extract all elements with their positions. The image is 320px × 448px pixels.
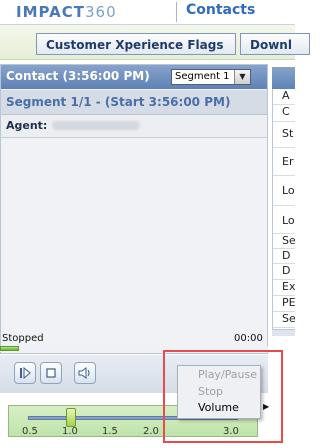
stop-button[interactable] <box>40 362 62 384</box>
header-separator <box>176 2 177 22</box>
contact-title: Contact (3:56:00 PM) <box>6 69 150 83</box>
tab-download[interactable]: Downl <box>240 33 310 55</box>
stop-icon <box>46 368 56 378</box>
tab-customer-xperience-flags[interactable]: Customer Xperience Flags <box>36 33 236 55</box>
speed-tick-label: 0.5 <box>22 426 38 437</box>
playback-time: 00:00 <box>234 333 263 344</box>
speed-tick-label: 1.0 <box>62 426 78 437</box>
details-row: Ex <box>273 280 295 296</box>
details-row: D <box>273 264 295 280</box>
details-row: Er <box>273 148 295 176</box>
segment-info: Segment 1/1 - (Start 3:56:00 PM) <box>6 95 231 109</box>
chevron-down-icon[interactable]: ▼ <box>234 70 250 84</box>
details-row: A <box>273 89 295 105</box>
details-row: St <box>273 122 295 148</box>
speed-tick-label: 1.5 <box>102 426 118 437</box>
details-row: PE <box>273 296 295 312</box>
agent-label: Agent: <box>6 119 48 132</box>
horizontal-scrollbar[interactable] <box>272 329 295 336</box>
playback-status: Stopped <box>2 333 44 344</box>
details-row: Se <box>273 312 295 328</box>
page-title: Contacts <box>186 2 256 18</box>
playback-progress-fill <box>0 346 19 351</box>
highlight-box <box>163 350 283 443</box>
logo-number: 360 <box>84 3 117 21</box>
speaker-icon <box>78 367 90 379</box>
volume-button[interactable] <box>74 362 96 384</box>
details-row: D <box>273 249 295 264</box>
play-pause-icon <box>20 366 31 380</box>
details-row: Lo <box>273 176 295 206</box>
agent-name-blurred <box>52 121 140 130</box>
details-row: C <box>273 105 295 122</box>
details-row: Lo <box>273 206 295 234</box>
logo-text: IMPACT <box>16 3 85 21</box>
details-column-header <box>272 67 295 89</box>
speed-slider-thumb[interactable] <box>66 408 76 427</box>
play-pause-button[interactable] <box>14 362 36 384</box>
speed-tick-label: 2.0 <box>143 426 159 437</box>
impact360-logo: IMPACT360 <box>16 3 117 21</box>
details-row: Se <box>273 234 295 249</box>
